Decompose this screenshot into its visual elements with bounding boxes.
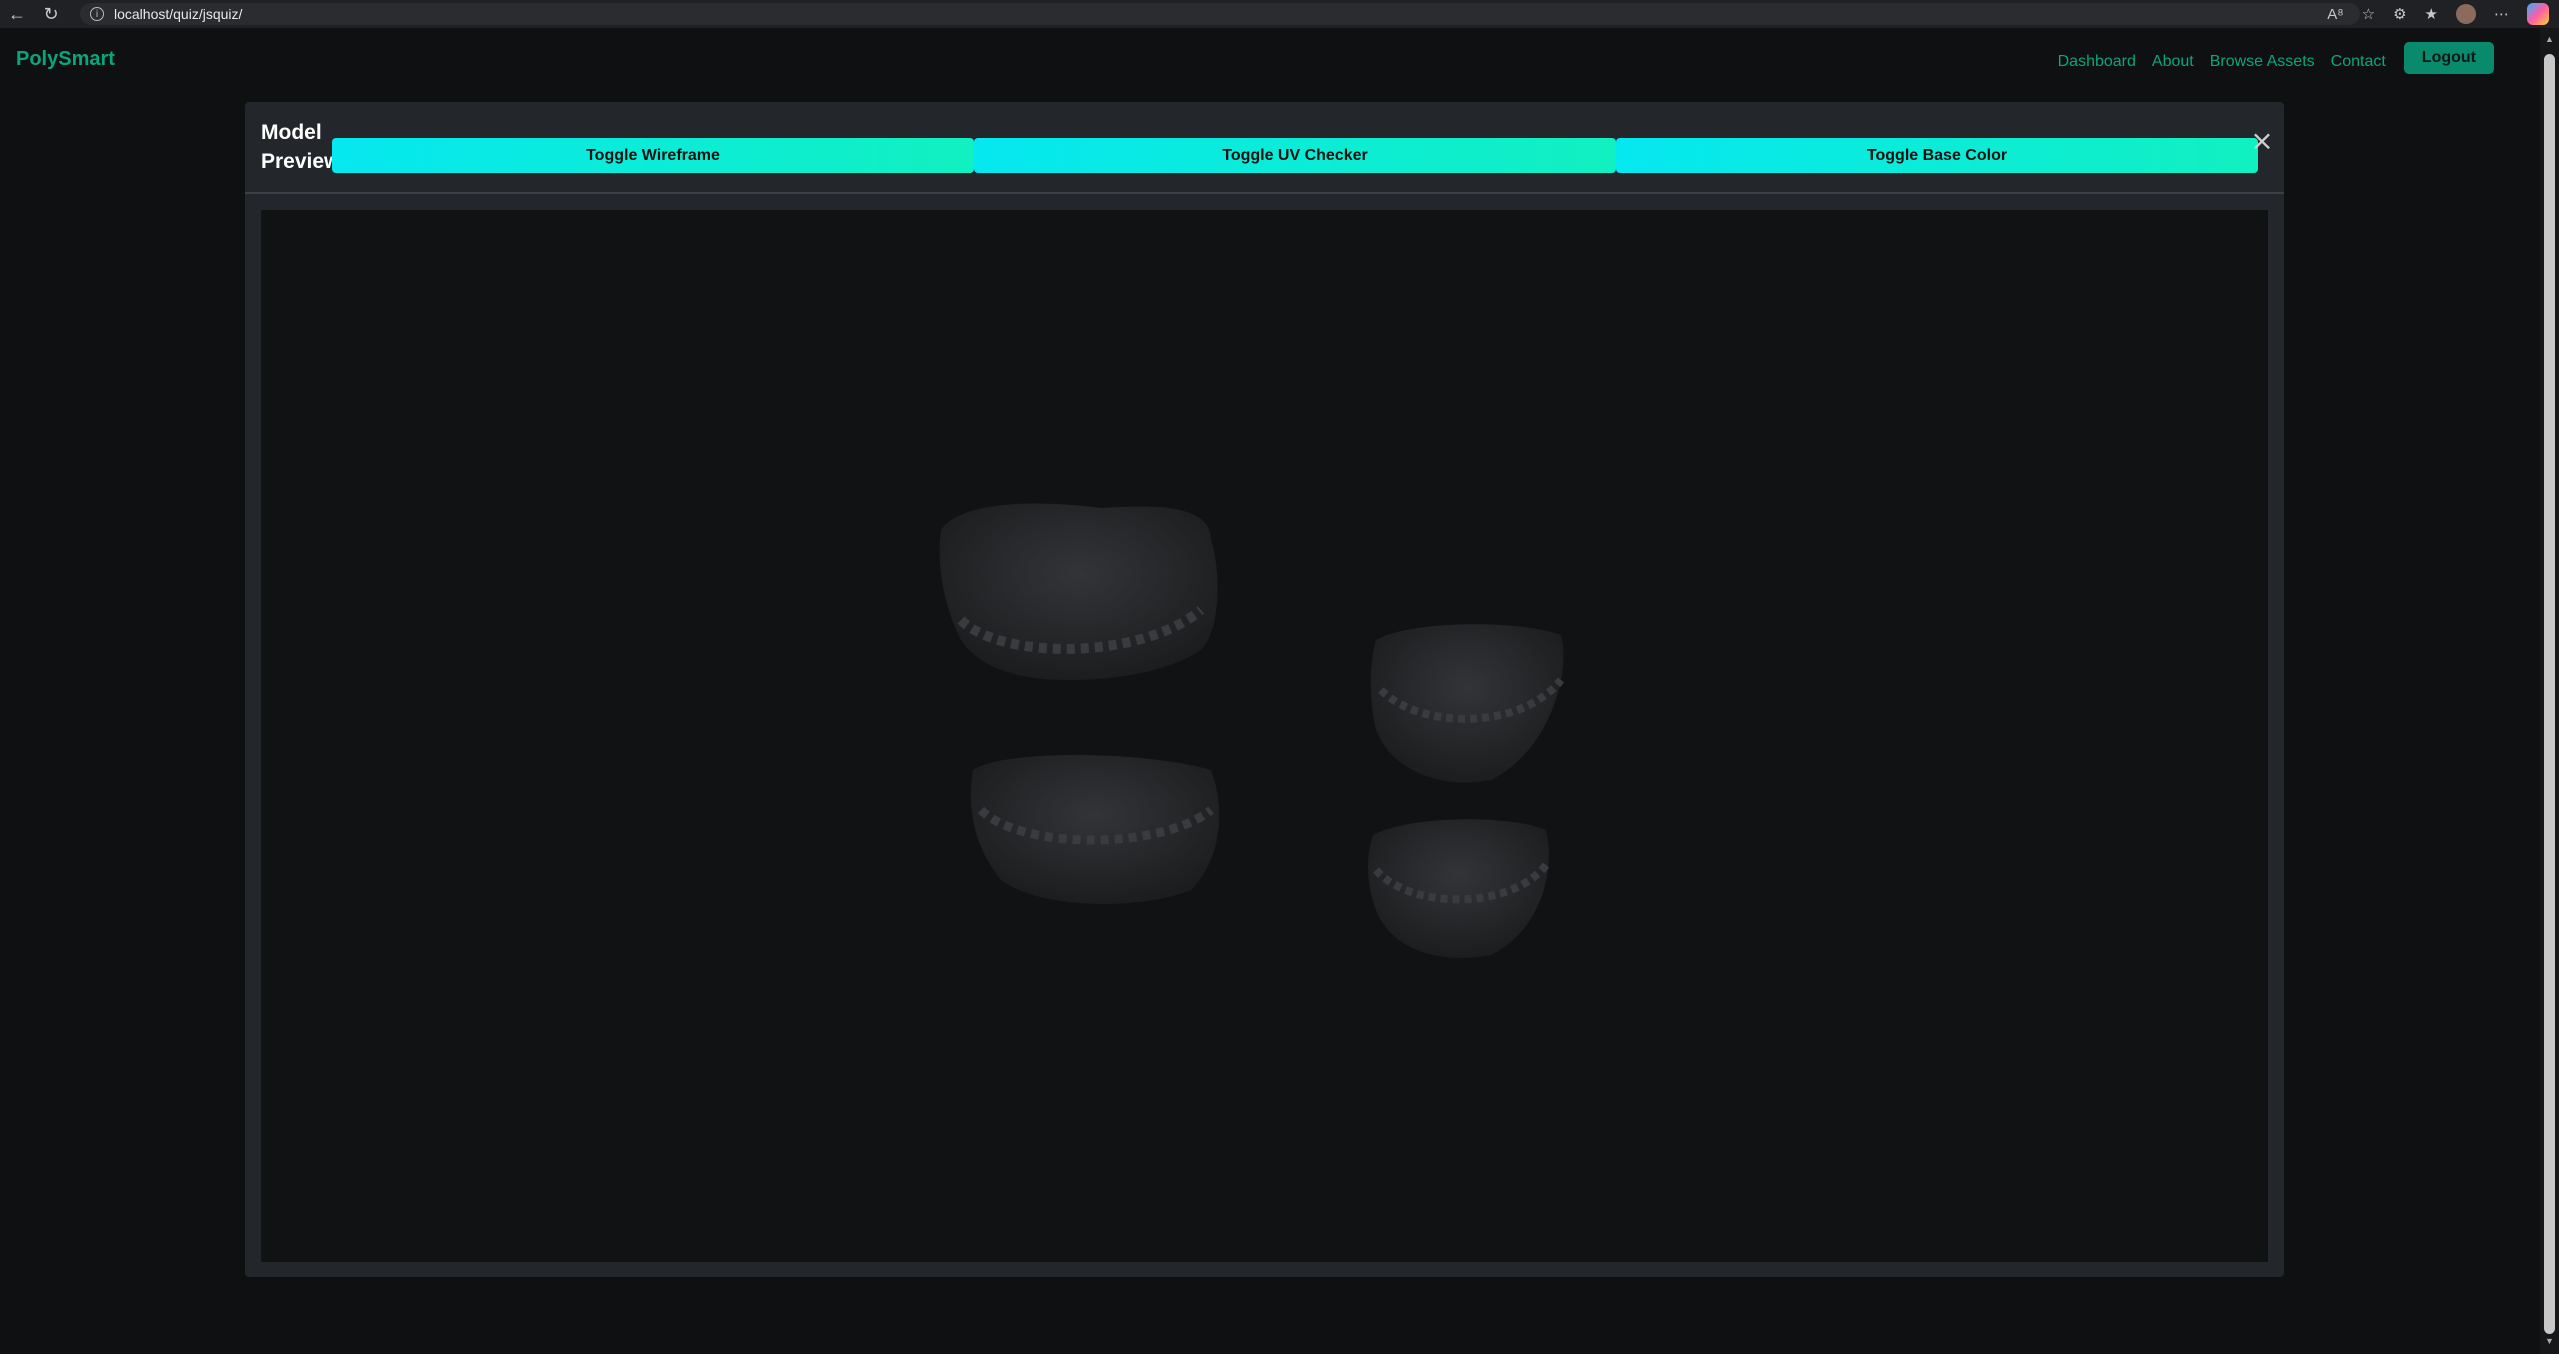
- nav-browse-assets-link[interactable]: Browse Assets: [2210, 53, 2315, 71]
- site-info-icon[interactable]: i: [90, 7, 104, 21]
- nav-contact-link[interactable]: Contact: [2331, 53, 2386, 71]
- toggle-uv-checker-button[interactable]: Toggle UV Checker: [974, 138, 1616, 173]
- left-upper-jaw: [939, 503, 1218, 680]
- logout-button[interactable]: Logout: [2403, 42, 2494, 74]
- read-aloud-icon[interactable]: A⁸: [2327, 6, 2343, 23]
- scroll-thumb[interactable]: [2544, 54, 2555, 1334]
- 3d-viewport[interactable]: [261, 210, 2268, 1262]
- right-lower-jaw: [1368, 819, 1550, 958]
- site-navbar: PolySmart Dashboard About Browse Assets …: [0, 28, 2540, 90]
- nav-dashboard-link[interactable]: Dashboard: [2058, 53, 2136, 71]
- browser-toolbar: ← ↻ i localhost/quiz/jsquiz/ A⁸ ☆ ⚙ ★ ⋯: [0, 0, 2559, 28]
- extensions-icon[interactable]: ⚙: [2393, 5, 2406, 23]
- modal-header: Model Preview Toggle Wireframe Toggle UV…: [245, 102, 2284, 194]
- scroll-up-icon[interactable]: ▲: [2544, 34, 2555, 46]
- more-menu-icon[interactable]: ⋯: [2494, 5, 2509, 23]
- url-text: localhost/quiz/jsquiz/: [114, 6, 243, 22]
- reload-icon[interactable]: ↻: [34, 0, 68, 28]
- right-upper-jaw: [1370, 624, 1565, 783]
- toggle-wireframe-button[interactable]: Toggle Wireframe: [332, 138, 974, 173]
- address-bar[interactable]: i localhost/quiz/jsquiz/: [80, 3, 2360, 25]
- left-lower-jaw: [970, 755, 1220, 904]
- modal-title: Model Preview: [261, 121, 341, 173]
- page-scrollbar[interactable]: ▲ ▼: [2540, 28, 2559, 1354]
- teeth-model-render: [939, 503, 1565, 958]
- favorite-star-icon[interactable]: ☆: [2362, 5, 2375, 23]
- copilot-icon[interactable]: [2527, 3, 2549, 25]
- back-icon[interactable]: ←: [0, 0, 34, 28]
- profile-avatar[interactable]: [2456, 4, 2476, 24]
- nav-links: Dashboard About Browse Assets Contact Lo…: [2058, 42, 2494, 74]
- scroll-down-icon[interactable]: ▼: [2544, 1336, 2555, 1348]
- brand-logo[interactable]: PolySmart: [16, 48, 115, 71]
- nav-about-link[interactable]: About: [2152, 53, 2194, 71]
- favorites-icon[interactable]: ★: [2425, 5, 2438, 23]
- browser-actions: A⁸ ☆ ⚙ ★ ⋯: [2327, 0, 2549, 28]
- model-preview-modal: Model Preview Toggle Wireframe Toggle UV…: [245, 102, 2284, 1277]
- close-icon[interactable]: ×: [2250, 127, 2274, 155]
- toggle-base-color-button[interactable]: Toggle Base Color: [1616, 138, 2258, 173]
